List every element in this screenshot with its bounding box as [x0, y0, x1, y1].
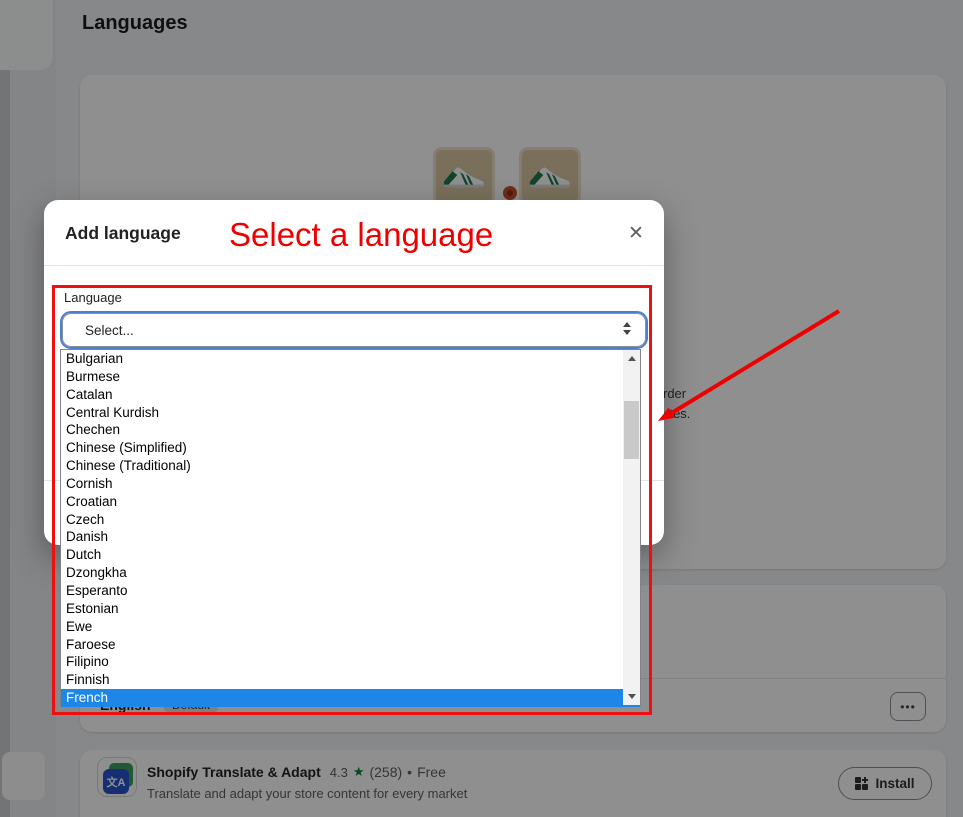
modal-header-divider	[44, 265, 664, 266]
close-icon[interactable]: ✕	[620, 217, 652, 249]
annotation-rectangle	[52, 285, 652, 715]
annotation-arrow	[658, 309, 841, 421]
annotation-callout-text: Select a language	[229, 216, 494, 253]
modal-title: Add language	[65, 223, 181, 243]
screen: Languages rder ••• 文A Shopify Translate …	[0, 0, 963, 817]
